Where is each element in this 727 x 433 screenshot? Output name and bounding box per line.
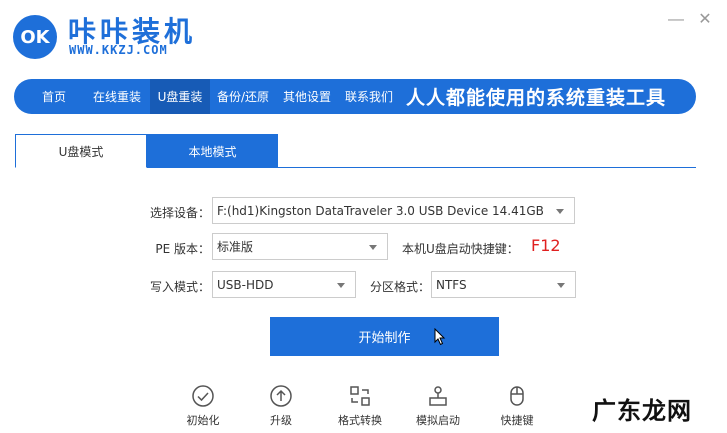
nav-slogan: 人人都能使用的系统重装工具 — [406, 87, 667, 109]
nav-item-usb-reinstall[interactable]: U盘重装 — [150, 79, 210, 114]
hotkey-label: 本机U盘启动快捷键： — [402, 242, 519, 256]
tool-initialize-label: 初始化 — [186, 414, 220, 427]
mode-tabs: U盘模式 本地模式 — [15, 134, 696, 168]
convert-icon — [350, 386, 370, 406]
partition-format-select-value: NTFS — [436, 277, 467, 292]
tool-upgrade-label: 升级 — [270, 414, 292, 427]
mouse-icon — [510, 386, 524, 406]
app-url: WWW.KKZJ.COM — [69, 43, 168, 57]
tool-hotkey-label: 快捷键 — [500, 414, 534, 427]
tool-simulate-boot[interactable]: 模拟启动 — [403, 384, 473, 428]
upgrade-icon — [270, 385, 292, 407]
chevron-down-icon — [556, 209, 564, 214]
nav-item-backup-restore[interactable]: 备份/还原 — [210, 79, 276, 114]
device-select-value: F:(hd1)Kingston DataTraveler 3.0 USB Dev… — [217, 203, 544, 218]
tab-local-mode[interactable]: 本地模式 — [147, 134, 278, 168]
tool-upgrade[interactable]: 升级 — [246, 384, 316, 428]
chevron-down-icon — [337, 283, 345, 288]
start-make-button[interactable]: 开始制作 — [270, 317, 499, 356]
mouse-cursor-icon — [434, 328, 446, 346]
pe-version-select[interactable]: 标准版 — [212, 233, 388, 260]
nav-item-contact[interactable]: 联系我们 — [338, 79, 400, 114]
nav-item-home[interactable]: 首页 — [24, 79, 84, 114]
tool-hotkey[interactable]: 快捷键 — [482, 384, 552, 428]
tool-format-convert-label: 格式转换 — [338, 414, 382, 427]
partition-format-select[interactable]: NTFS — [431, 271, 576, 298]
device-select[interactable]: F:(hd1)Kingston DataTraveler 3.0 USB Dev… — [212, 197, 575, 224]
check-circle-icon — [192, 385, 214, 407]
chevron-down-icon — [557, 283, 565, 288]
write-mode-label: 写入模式： — [149, 280, 210, 294]
write-mode-select-value: USB-HDD — [217, 277, 274, 292]
tab-usb-mode[interactable]: U盘模式 — [15, 134, 147, 168]
pe-version-select-value: 标准版 — [217, 240, 254, 254]
simulate-boot-icon — [429, 386, 447, 406]
tool-initialize[interactable]: 初始化 — [168, 384, 238, 428]
main-nav: 首页 在线重装 U盘重装 备份/还原 其他设置 联系我们 人人都能使用的系统重装… — [14, 79, 696, 114]
app-logo: OK — [13, 15, 57, 59]
partition-format-label: 分区格式： — [369, 280, 430, 294]
watermark: 广东龙网 — [592, 396, 692, 425]
tool-simulate-boot-label: 模拟启动 — [416, 414, 460, 427]
chevron-down-icon — [369, 245, 377, 250]
nav-item-other-settings[interactable]: 其他设置 — [276, 79, 338, 114]
write-mode-select[interactable]: USB-HDD — [212, 271, 356, 298]
nav-item-online-reinstall[interactable]: 在线重装 — [84, 79, 150, 114]
hotkey-value: F12 — [531, 236, 561, 255]
device-label: 选择设备： — [149, 206, 210, 220]
pe-version-label: PE 版本： — [155, 242, 210, 256]
minimize-button[interactable]: — — [668, 12, 684, 28]
close-button[interactable]: ✕ — [697, 12, 713, 28]
tool-format-convert[interactable]: 格式转换 — [325, 384, 395, 428]
